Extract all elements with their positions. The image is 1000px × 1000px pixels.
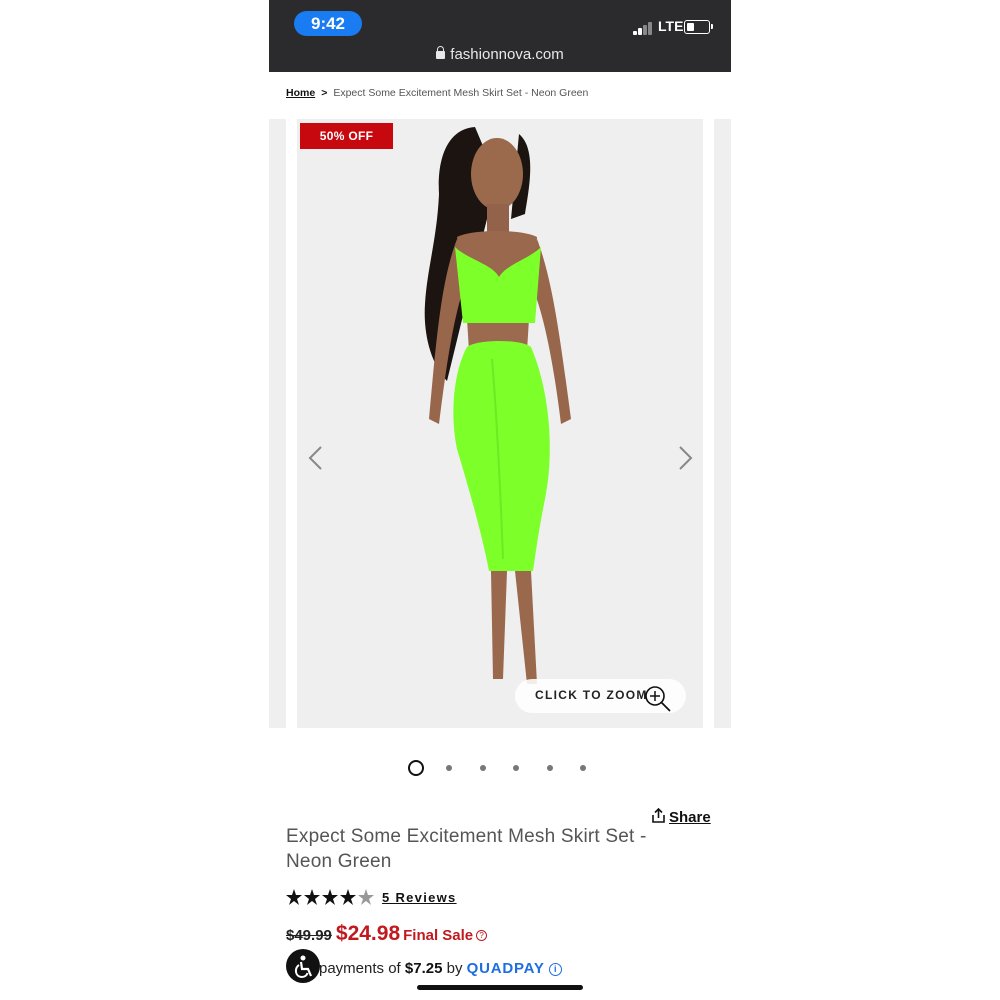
installment-info: payments of $7.25 by QUADPAY i xyxy=(319,960,562,977)
network-label: LTE xyxy=(658,18,684,34)
home-indicator xyxy=(417,985,583,990)
status-time[interactable]: 9:42 xyxy=(294,11,362,36)
product-image[interactable]: 50% OFF CLICK TO ZOOM xyxy=(297,119,703,728)
star-icon xyxy=(304,889,320,905)
breadcrumb-separator: > xyxy=(321,87,328,99)
next-slide-peek[interactable] xyxy=(714,119,731,728)
discount-badge: 50% OFF xyxy=(300,123,393,149)
rating-stars xyxy=(286,889,374,905)
model-photo xyxy=(424,127,571,684)
installment-amount: $7.25 xyxy=(404,960,443,977)
payments-prefix: payments of xyxy=(319,960,401,977)
chevron-left-icon[interactable] xyxy=(307,445,323,471)
carousel-dot-6[interactable] xyxy=(580,765,586,771)
info-icon[interactable]: i xyxy=(548,963,562,976)
star-icon xyxy=(286,889,302,905)
breadcrumb: Home > Expect Some Excitement Mesh Skirt S… xyxy=(286,87,588,99)
carousel-dot-3[interactable] xyxy=(480,765,486,771)
star-icon xyxy=(322,889,338,905)
accessibility-icon xyxy=(294,955,313,979)
product-title: Expect Some Excitement Mesh Skirt Set - … xyxy=(286,826,647,872)
star-icon xyxy=(340,889,356,905)
carousel-dots xyxy=(408,760,598,776)
breadcrumb-home-link[interactable]: Home xyxy=(286,87,315,99)
payments-by: by xyxy=(446,960,463,977)
carousel-dot-2[interactable] xyxy=(446,765,452,771)
share-icon xyxy=(652,807,665,823)
final-sale-label: Final Sale xyxy=(403,927,474,944)
star-icon-empty xyxy=(358,889,374,905)
signal-icon xyxy=(633,21,657,35)
address-bar[interactable]: fashionnova.com xyxy=(269,46,731,63)
lock-icon xyxy=(436,46,446,59)
zoom-label: CLICK TO ZOOM xyxy=(535,688,648,702)
zoom-in-icon xyxy=(645,686,671,712)
carousel-dot-5[interactable] xyxy=(547,765,553,771)
previous-slide-peek[interactable] xyxy=(269,119,286,728)
accessibility-button[interactable] xyxy=(286,949,320,983)
url-text: fashionnova.com xyxy=(450,46,564,63)
click-to-zoom-button[interactable]: CLICK TO ZOOM xyxy=(515,679,686,713)
carousel-dot-4[interactable] xyxy=(513,765,519,771)
breadcrumb-current: Expect Some Excitement Mesh Skirt Set - … xyxy=(333,87,589,99)
original-price: $49.99 xyxy=(286,927,332,944)
phone-screen: 9:42 LTE fashionnova.com Home > Expect Som… xyxy=(269,0,731,1000)
quadpay-logo[interactable]: QUADPAY xyxy=(467,960,545,977)
browser-top-bar: 9:42 LTE fashionnova.com xyxy=(269,0,731,72)
reviews-link[interactable]: 5 Reviews xyxy=(382,890,457,905)
carousel-dot-1[interactable] xyxy=(408,760,424,776)
help-icon[interactable]: ? xyxy=(476,930,488,941)
share-label: Share xyxy=(669,809,711,826)
sale-price: $24.98 xyxy=(335,922,401,945)
price-block: $49.99 $24.98 Final Sale? xyxy=(286,922,488,946)
battery-icon xyxy=(684,20,713,34)
chevron-right-icon[interactable] xyxy=(678,445,694,471)
